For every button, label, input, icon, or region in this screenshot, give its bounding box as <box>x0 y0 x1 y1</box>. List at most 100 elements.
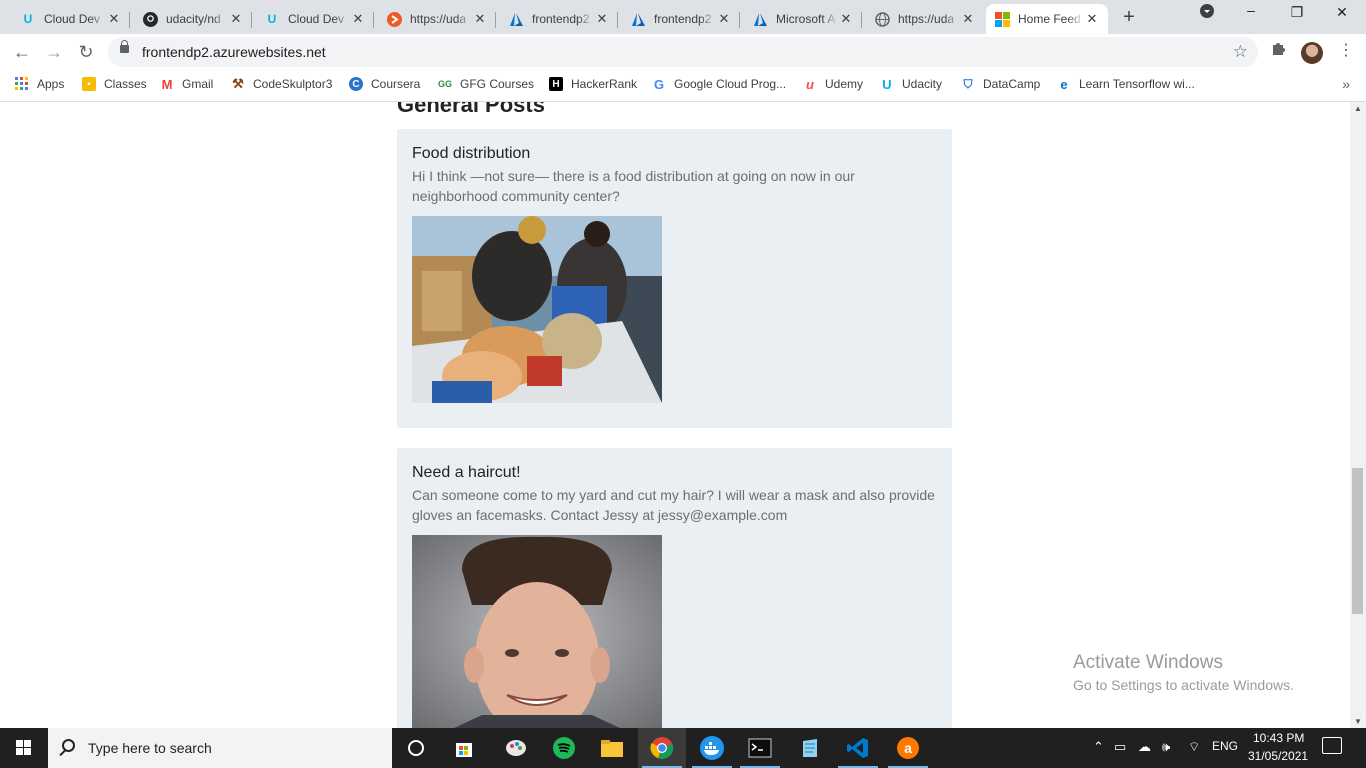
forward-arrow-icon[interactable]: → <box>42 40 66 64</box>
bookmark-label: Udacity <box>902 77 943 91</box>
close-tab-icon[interactable]: ✕ <box>838 11 854 27</box>
bookmark-google-cloud[interactable]: G Google Cloud Prog... <box>652 77 786 92</box>
close-tab-icon[interactable]: ✕ <box>1084 11 1100 27</box>
tab-cloud-dev-2[interactable]: U Cloud Dev ✕ <box>256 4 374 34</box>
search-icon <box>62 739 75 752</box>
docker-icon[interactable] <box>688 728 736 768</box>
tab-cloud-dev-1[interactable]: U Cloud Dev ✕ <box>12 4 130 34</box>
tab-https-uda-1[interactable]: https://uda ✕ <box>378 4 496 34</box>
close-tab-icon[interactable]: ✕ <box>350 11 366 27</box>
bookmark-label: CodeSkulptor3 <box>253 77 333 91</box>
tab-frontendp2-1[interactable]: frontendp2 ✕ <box>500 4 618 34</box>
udacity-icon: U <box>23 12 33 26</box>
bookmark-classes[interactable]: ▪ Classes <box>82 77 147 91</box>
bookmark-label: DataCamp <box>983 77 1041 91</box>
show-hidden-icons-chevron-icon[interactable]: ⌃ <box>1093 739 1104 755</box>
avast-icon[interactable]: a <box>884 728 932 768</box>
apps-grid-icon <box>15 77 29 91</box>
post-card: Need a haircut! Can someone come to my y… <box>397 448 952 728</box>
restore-icon[interactable]: ❐ <box>1283 4 1311 21</box>
bookmarks-overflow-icon[interactable]: » <box>1342 76 1350 92</box>
bookmark-udemy[interactable]: u Udemy <box>803 76 864 92</box>
windows-taskbar: Type here to search a ⌃ ▭ ☁ 🕪 ⌔ ENG 10:4… <box>0 728 1366 768</box>
battery-icon[interactable]: ▭ <box>1114 739 1126 755</box>
tab-github[interactable]: udacity/nd ✕ <box>134 4 252 34</box>
food-distribution-photo <box>412 216 662 403</box>
task-view-icon[interactable] <box>392 728 440 768</box>
store-icon[interactable] <box>440 728 488 768</box>
reload-icon[interactable]: ↻ <box>74 40 98 64</box>
bookmark-codeskulptor[interactable]: ⚒ CodeSkulptor3 <box>231 76 333 91</box>
chrome-taskbar-icon[interactable] <box>638 728 686 768</box>
bookmark-gfg-courses[interactable]: GG GFG Courses <box>438 77 534 91</box>
bookmark-udacity[interactable]: U Udacity <box>880 77 943 92</box>
bookmark-learn-tensorflow[interactable]: e Learn Tensorflow wi... <box>1057 77 1194 92</box>
volume-icon[interactable]: 🕪 <box>1162 739 1170 755</box>
bookmark-label: Gmail <box>182 77 214 91</box>
bookmark-label: Udemy <box>825 77 864 91</box>
bookmark-label: Coursera <box>371 77 421 91</box>
start-button[interactable] <box>0 728 48 768</box>
terminal-icon[interactable] <box>736 728 784 768</box>
wifi-icon[interactable]: ⌔ <box>1188 739 1200 755</box>
post-title: Food distribution <box>412 145 531 162</box>
tab-https-uda-2[interactable]: https://uda ✕ <box>866 4 984 34</box>
clock-date[interactable]: 31/05/2021 <box>1248 749 1308 763</box>
datacamp-icon: ⛉ <box>963 76 973 91</box>
url-text[interactable]: frontendp2.azurewebsites.net <box>142 44 326 60</box>
activate-windows-hint: Go to Settings to activate Windows. <box>1073 677 1294 693</box>
window-close-icon[interactable]: ✕ <box>1328 4 1356 21</box>
hackerrank-icon: H <box>549 77 563 91</box>
tab-home-feed[interactable]: Home Feed ✕ <box>986 4 1108 34</box>
close-tab-icon[interactable]: ✕ <box>472 11 488 27</box>
clock-time[interactable]: 10:43 PM <box>1253 731 1304 745</box>
tab-strip: U Cloud Dev ✕ udacity/nd ✕ U Cloud Dev ✕… <box>0 0 1366 34</box>
browser-menu-icon[interactable]: ⋮ <box>1338 40 1354 60</box>
tab-title: Cloud Dev <box>44 12 101 26</box>
spotify-icon[interactable] <box>540 728 588 768</box>
bookmark-label: GFG Courses <box>460 77 535 91</box>
close-tab-icon[interactable]: ✕ <box>716 11 732 27</box>
taskbar-search-box[interactable]: Type here to search <box>48 728 392 768</box>
udacity-icon: U <box>267 12 277 26</box>
bookmark-star-icon[interactable]: ☆ <box>1233 42 1248 62</box>
haircut-photo <box>412 535 662 728</box>
tab-search-icon[interactable] <box>1193 4 1221 21</box>
tab-title: frontendp2 <box>532 12 590 26</box>
close-tab-icon[interactable]: ✕ <box>594 11 610 27</box>
new-tab-button[interactable]: + <box>1118 6 1140 28</box>
globe-icon <box>874 11 890 27</box>
close-tab-icon[interactable]: ✕ <box>228 11 244 27</box>
language-indicator[interactable]: ENG <box>1212 739 1238 753</box>
tab-title: frontendp2 <box>654 12 712 26</box>
page-scrollbar[interactable]: ▲ ▼ <box>1350 102 1366 728</box>
bookmark-datacamp[interactable]: ⛉ DataCamp <box>961 76 1041 92</box>
tab-frontendp2-2[interactable]: frontendp2 ✕ <box>622 4 740 34</box>
scroll-down-icon[interactable]: ▼ <box>1350 717 1366 726</box>
bookmark-hackerrank[interactable]: H HackerRank <box>549 77 637 91</box>
svg-text:a: a <box>904 740 912 756</box>
paint-icon[interactable] <box>492 728 540 768</box>
address-bar[interactable]: frontendp2.azurewebsites.net ☆ <box>108 37 1258 67</box>
notifications-icon[interactable] <box>1322 737 1342 754</box>
vscode-icon[interactable] <box>834 728 882 768</box>
udemy-icon: u <box>806 76 814 92</box>
extensions-puzzle-icon[interactable] <box>1270 40 1286 60</box>
back-arrow-icon[interactable]: ← <box>10 40 34 64</box>
close-tab-icon[interactable]: ✕ <box>960 11 976 27</box>
notepad-icon[interactable] <box>786 728 834 768</box>
lock-icon[interactable] <box>120 40 129 53</box>
tab-microsoft-azure[interactable]: Microsoft A ✕ <box>744 4 862 34</box>
bookmark-coursera[interactable]: C Coursera <box>349 77 420 91</box>
close-tab-icon[interactable]: ✕ <box>106 11 122 27</box>
scroll-up-icon[interactable]: ▲ <box>1350 104 1366 113</box>
file-explorer-icon[interactable] <box>588 728 636 768</box>
bookmark-apps[interactable]: Apps <box>15 77 64 91</box>
bookmarks-bar: Apps ▪ Classes M Gmail ⚒ CodeSkulptor3 C… <box>0 70 1366 102</box>
bookmark-gmail[interactable]: M Gmail <box>160 77 214 92</box>
tab-title: Home Feed <box>1018 12 1081 26</box>
scroll-thumb[interactable] <box>1352 468 1363 614</box>
profile-avatar[interactable] <box>1301 42 1323 64</box>
minimize-icon[interactable]: – <box>1237 2 1265 18</box>
onedrive-cloud-icon[interactable]: ☁ <box>1138 739 1151 755</box>
